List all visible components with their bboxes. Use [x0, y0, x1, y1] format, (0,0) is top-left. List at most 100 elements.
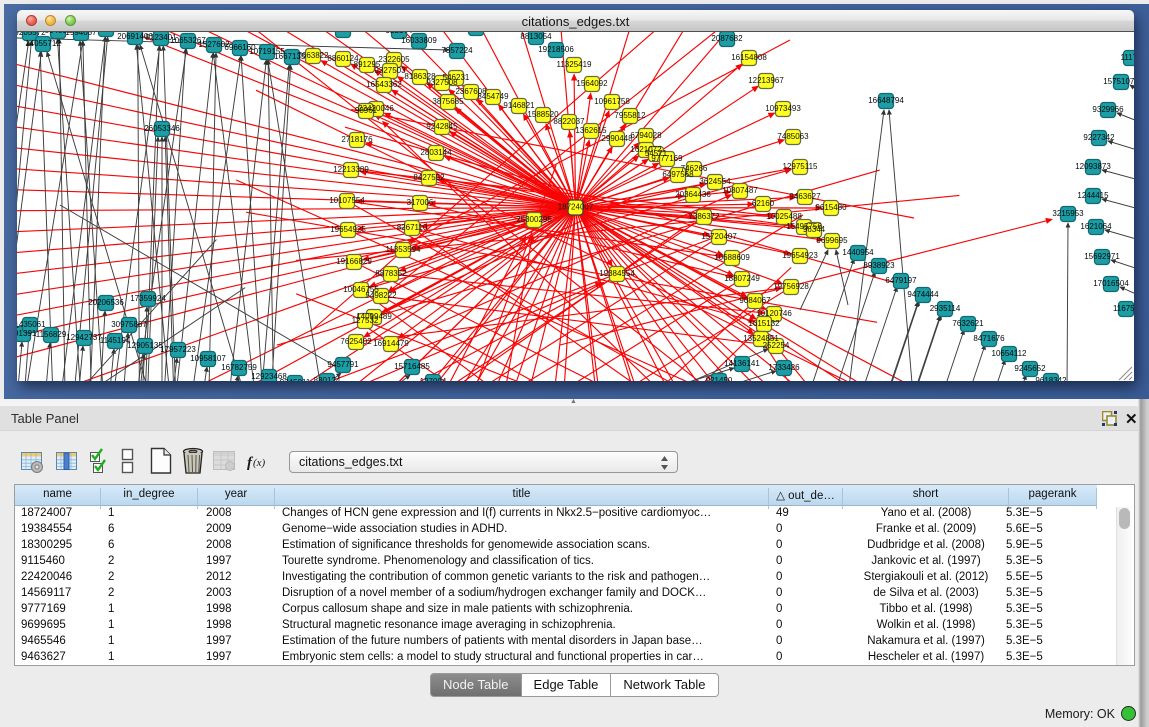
svg-text:16543362: 16543362	[366, 80, 402, 89]
svg-text:3215953: 3215953	[1052, 209, 1084, 218]
svg-text:19384554: 19384554	[599, 269, 635, 278]
svg-text:8454749: 8454749	[477, 92, 509, 101]
svg-text:12975115: 12975115	[783, 162, 819, 171]
svg-text:9699695: 9699695	[816, 236, 848, 245]
svg-text:9329966: 9329966	[1092, 105, 1124, 114]
svg-text:20364436: 20364436	[675, 190, 711, 199]
svg-text:11325419: 11325419	[557, 60, 593, 69]
svg-text:9205572: 9205572	[17, 32, 46, 37]
svg-text:9146821: 9146821	[503, 101, 535, 110]
svg-text:15716485: 15716485	[394, 362, 430, 371]
svg-text:127004: 127004	[420, 377, 447, 381]
svg-text:7485063: 7485063	[777, 132, 809, 141]
svg-text:6794028: 6794028	[630, 131, 662, 140]
svg-text:10961758: 10961758	[594, 97, 630, 106]
svg-text:9457791: 9457791	[327, 360, 359, 369]
svg-text:19166829: 19166829	[336, 257, 372, 266]
svg-text:8471676: 8471676	[973, 334, 1005, 343]
svg-text:10973493: 10973493	[765, 104, 801, 113]
svg-text:8813054: 8813054	[520, 32, 552, 41]
svg-text:18724007: 18724007	[558, 203, 594, 212]
svg-text:12942737: 12942737	[66, 333, 102, 342]
svg-text:3875685: 3875685	[432, 97, 464, 106]
svg-text:16782759: 16782759	[221, 363, 257, 372]
svg-text:9474444: 9474444	[907, 290, 939, 299]
svg-text:8878352: 8878352	[375, 269, 407, 278]
svg-text:6479197: 6479197	[885, 276, 917, 285]
svg-text:7955812: 7955812	[614, 111, 646, 120]
svg-text:10654112: 10654112	[992, 349, 1028, 358]
svg-text:9463627: 9463627	[789, 192, 821, 201]
svg-text:96344: 96344	[803, 225, 826, 234]
svg-text:18807249: 18807249	[724, 274, 760, 283]
svg-text:19654923: 19654923	[782, 251, 818, 260]
svg-text:10688609: 10688609	[714, 253, 750, 262]
svg-text:9327503: 9327503	[374, 66, 406, 75]
svg-text:317006: 317006	[407, 198, 434, 207]
svg-text:15751074: 15751074	[1103, 77, 1134, 86]
svg-text:7386372: 7386372	[688, 212, 720, 221]
svg-text:14136141: 14136141	[724, 359, 760, 368]
svg-text:9618342: 9618342	[1035, 376, 1067, 381]
svg-text:9245011: 9245011	[280, 378, 311, 381]
svg-text:2322605: 2322605	[378, 55, 410, 64]
svg-text:10807487: 10807487	[722, 186, 758, 195]
svg-text:391391: 391391	[17, 329, 37, 338]
svg-text:8267110: 8267110	[397, 223, 428, 232]
svg-text:10107554: 10107554	[329, 196, 365, 205]
svg-text:8822037: 8822037	[553, 117, 585, 126]
svg-text:17016504: 17016504	[1093, 279, 1129, 288]
svg-text:(x): (x)	[253, 457, 266, 469]
svg-text:15720407: 15720407	[701, 232, 737, 241]
svg-text:12093873: 12093873	[1075, 162, 1111, 171]
svg-text:19218506: 19218506	[538, 45, 574, 54]
svg-text:7357224: 7357224	[441, 46, 473, 55]
svg-text:10958107: 10958107	[190, 354, 226, 363]
svg-text:15692971: 15692971	[1084, 252, 1120, 261]
svg-text:9245652: 9245652	[1014, 364, 1046, 373]
svg-text:14055712: 14055712	[25, 39, 61, 48]
svg-text:25300295: 25300295	[516, 215, 552, 224]
svg-text:2935114: 2935114	[930, 304, 961, 313]
svg-text:98961: 98961	[355, 106, 378, 115]
svg-text:2803144: 2803144	[420, 148, 452, 157]
svg-text:8938923: 8938923	[863, 261, 895, 270]
svg-text:17359924: 17359924	[130, 294, 166, 303]
svg-text:7632621: 7632621	[952, 319, 984, 328]
svg-text:1156829: 1156829	[36, 330, 67, 339]
svg-text:16648794: 16648794	[868, 96, 904, 105]
svg-text:8427552: 8427552	[413, 173, 445, 182]
svg-text:9084067: 9084067	[739, 296, 771, 305]
svg-text:9615480: 9615480	[815, 203, 847, 212]
svg-text:19654925: 19654925	[330, 225, 366, 234]
svg-text:12905135: 12905135	[127, 341, 163, 350]
svg-text:16914479: 16914479	[373, 339, 409, 348]
svg-text:127532: 127532	[352, 316, 379, 325]
svg-text:2990448: 2990448	[601, 134, 633, 143]
svg-text:20206536: 20206536	[88, 298, 124, 307]
svg-text:1564092: 1564092	[576, 79, 608, 88]
svg-text:5498222: 5498222	[365, 291, 397, 300]
svg-text:880124: 880124	[314, 376, 341, 381]
svg-text:546231: 546231	[443, 73, 470, 82]
svg-text:3624554: 3624554	[699, 177, 731, 186]
svg-text:12213967: 12213967	[748, 76, 784, 85]
svg-text:16033809: 16033809	[401, 36, 437, 45]
svg-text:1733426: 1733426	[768, 363, 800, 372]
svg-text:1435061: 1435061	[17, 320, 46, 329]
svg-text:9242845: 9242845	[426, 122, 458, 131]
svg-text:7663822: 7663822	[297, 51, 329, 60]
svg-text:922174: 922174	[386, 32, 413, 35]
svg-text:26053346: 26053346	[144, 124, 180, 133]
svg-text:9777169: 9777169	[651, 154, 683, 163]
svg-text:1621064: 1621064	[1080, 222, 1112, 231]
svg-text:11353594: 11353594	[386, 245, 422, 254]
svg-text:9227342: 9227342	[1083, 133, 1115, 142]
svg-text:1145194: 1145194	[100, 336, 131, 345]
svg-text:10025488: 10025488	[766, 212, 802, 221]
svg-text:921450: 921450	[706, 376, 733, 381]
svg-text:1440954: 1440954	[842, 248, 874, 257]
svg-text:10120746: 10120746	[756, 309, 792, 318]
svg-text:30975867: 30975867	[111, 320, 147, 329]
svg-text:17957223: 17957223	[160, 345, 196, 354]
